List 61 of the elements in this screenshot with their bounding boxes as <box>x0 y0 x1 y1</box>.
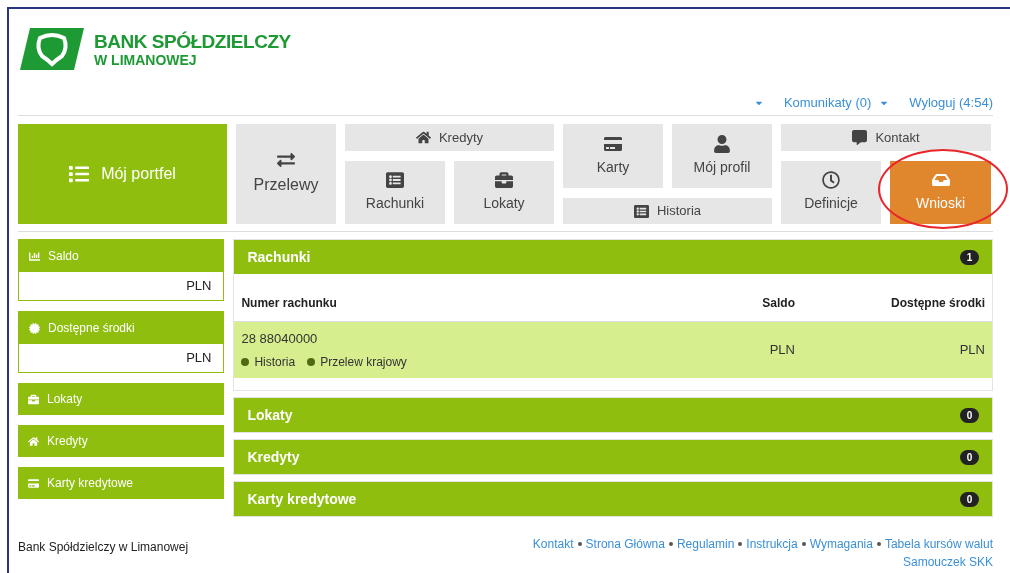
transfer-arrows-icon <box>277 151 295 169</box>
nav-tile[interactable]: Mój profil <box>672 124 772 188</box>
nav-tile[interactable]: Kontakt <box>781 124 991 151</box>
column-header: Numer rachunku <box>241 295 338 312</box>
bar-chart-icon <box>29 250 40 262</box>
list-icon <box>633 203 649 219</box>
footer-link[interactable]: Wymagania <box>809 535 873 553</box>
count-badge: 0 <box>960 407 979 423</box>
badge-icon <box>29 322 40 334</box>
available-cell-text: PLN <box>958 341 985 360</box>
nav-tile[interactable]: Rachunki <box>345 161 445 224</box>
footer-link[interactable]: Samouczek SKK <box>902 553 993 571</box>
sidebar-item[interactable]: Kredyty <box>18 425 225 457</box>
column-header: Dostępne środki <box>889 295 985 312</box>
count-badge: 0 <box>960 449 979 465</box>
list-icon <box>69 164 90 184</box>
home-icon <box>28 435 39 447</box>
column-header: Saldo <box>761 295 795 312</box>
account-action-link[interactable]: Przelew krajowy <box>307 352 407 371</box>
portfolio-tile[interactable]: Mój portfel <box>18 124 227 224</box>
section-header[interactable]: Rachunki 1 <box>234 240 992 274</box>
footer-link[interactable]: Instrukcja <box>746 535 798 553</box>
card-icon <box>28 477 39 489</box>
list-icon <box>386 171 404 189</box>
card-icon <box>604 134 622 153</box>
nav-tile[interactable]: Przelewy <box>236 124 336 224</box>
balance-cell-text: PLN <box>768 341 795 360</box>
nav-tile[interactable]: Karty <box>563 124 663 188</box>
sidebar-item[interactable]: Lokaty <box>18 383 225 415</box>
footer-link[interactable]: Regulamin <box>676 535 735 553</box>
briefcase-icon <box>495 171 513 189</box>
nav-tile[interactable]: Historia <box>563 198 772 224</box>
bank-location: W LIMANOWEJ <box>94 52 198 67</box>
section-header[interactable]: Lokaty 0 <box>234 398 992 432</box>
briefcase-icon <box>28 393 39 405</box>
count-badge: 1 <box>960 249 979 265</box>
nav-tile[interactable]: Kredyty <box>345 124 554 151</box>
section-header[interactable]: Karty kredytowe 0 <box>234 482 992 516</box>
logout-link[interactable]: Wyloguj (4:54) <box>909 92 993 113</box>
user-icon <box>713 134 731 153</box>
sidebar-item[interactable]: Saldo <box>19 240 224 272</box>
footer-link[interactable]: Strona Główna <box>585 535 665 553</box>
home-icon <box>415 130 431 145</box>
account-number: 28 88040000 <box>241 330 319 349</box>
sidebar-item[interactable]: Dostępne środki <box>19 312 224 344</box>
account-action-link[interactable]: Historia <box>241 352 296 371</box>
nav-tile[interactable]: Definicje <box>781 161 881 224</box>
logo-icon <box>18 26 86 72</box>
messages-menu[interactable]: Komunikaty (0) <box>783 92 890 113</box>
inbox-icon <box>931 171 950 189</box>
speech-bubble-icon <box>852 130 868 145</box>
footer-bank-name: Bank Spółdzielczy w Limanowej <box>18 539 189 556</box>
footer-link[interactable]: Tabela kursów walut <box>884 535 993 553</box>
sidebar-item[interactable]: Karty kredytowe <box>18 467 225 499</box>
count-badge: 0 <box>960 491 979 507</box>
nav-tile[interactable]: Lokaty <box>454 161 554 224</box>
nav-tile[interactable]: Wnioski <box>890 161 991 224</box>
clock-icon <box>822 171 840 189</box>
bank-name: BANK SPÓŁDZIELCZY <box>94 31 291 51</box>
section-header[interactable]: Kredyty 0 <box>234 440 992 474</box>
footer-link[interactable]: Kontakt <box>532 535 574 553</box>
